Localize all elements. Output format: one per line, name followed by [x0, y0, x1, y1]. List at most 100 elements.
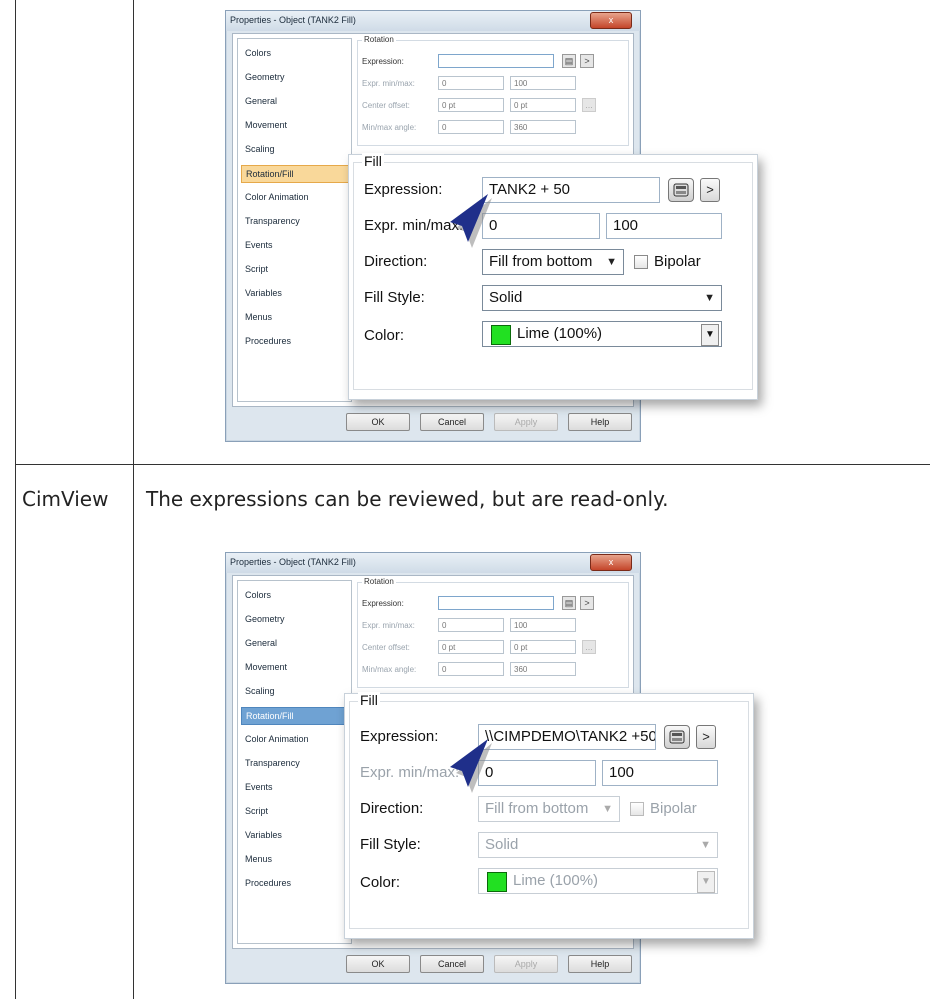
nav-item-menus[interactable]: Menus [241, 309, 349, 325]
chevron-down-icon: ▼ [602, 803, 613, 815]
ok-button[interactable]: OK [346, 955, 410, 973]
chevron-down-icon: ▼ [704, 292, 715, 304]
fill-legend: Fill [358, 692, 380, 708]
nav-item-transparency[interactable]: Transparency [241, 213, 349, 229]
fill-max-input[interactable]: 100 [606, 213, 722, 239]
expression-editor-icon[interactable] [668, 178, 694, 202]
nav-item-colors[interactable]: Colors [241, 587, 349, 603]
nav-item-scaling[interactable]: Scaling [241, 141, 349, 157]
next-button[interactable]: > [696, 725, 716, 749]
center-ellipsis-button[interactable]: ... [582, 640, 596, 654]
rotation-next-button[interactable]: > [580, 54, 594, 68]
rotation-legend: Rotation [362, 577, 396, 586]
fill-expression-input[interactable]: \\CIMPDEMO\TANK2 +50 [478, 724, 656, 750]
center-x-input[interactable]: 0 pt [438, 98, 504, 112]
nav-item-geometry[interactable]: Geometry [241, 611, 349, 627]
close-button[interactable]: x [590, 554, 632, 571]
rotation-max-input[interactable]: 100 [510, 618, 576, 632]
apply-button[interactable]: Apply [494, 413, 558, 431]
fill-legend: Fill [362, 153, 384, 169]
nav-item-color-animation[interactable]: Color Animation [241, 189, 349, 205]
fill-min-input[interactable]: 0 [482, 213, 600, 239]
nav-item-events[interactable]: Events [241, 237, 349, 253]
angle-min-input[interactable]: 0 [438, 120, 504, 134]
nav-item-general[interactable]: General [241, 635, 349, 651]
expression-editor-icon[interactable] [664, 725, 690, 749]
color-value: Lime (100%) [513, 872, 599, 889]
nav-item-transparency[interactable]: Transparency [241, 755, 349, 771]
rotation-expression-input[interactable] [438, 596, 554, 610]
rotation-expression-input[interactable] [438, 54, 554, 68]
fill-panel-zoom-top: Fill Expression: TANK2 + 50 > Expr. min/… [348, 153, 758, 400]
angle-label: Min/max angle: [362, 665, 417, 674]
cancel-button[interactable]: Cancel [420, 413, 484, 431]
center-ellipsis-button[interactable]: ... [582, 98, 596, 112]
dialog-titlebar: Properties - Object (TANK2 Fill) x [226, 11, 640, 31]
color-dropdown[interactable]: Lime (100%) ▼ [478, 868, 718, 894]
bipolar-label: Bipolar [654, 253, 701, 270]
rotation-group: Rotation Expression: ▤ > Expr. min/max: … [357, 577, 629, 688]
color-label: Color: [360, 874, 401, 891]
angle-min-input[interactable]: 0 [438, 662, 504, 676]
fill-expression-label: Expression: [360, 728, 439, 745]
angle-max-input[interactable]: 360 [510, 120, 576, 134]
rotation-expression-label: Expression: [362, 599, 404, 608]
nav-item-rotation-fill[interactable]: Rotation/Fill [241, 165, 351, 183]
fill-expression-input[interactable]: TANK2 + 50 [482, 177, 660, 203]
rotation-max-input[interactable]: 100 [510, 76, 576, 90]
property-nav-list: Colors Geometry General Movement Scaling… [237, 38, 352, 402]
center-y-input[interactable]: 0 pt [510, 98, 576, 112]
fill-max-input[interactable]: 100 [602, 760, 718, 786]
direction-value: Fill from bottom [485, 800, 589, 817]
rotation-next-button[interactable]: > [580, 596, 594, 610]
expression-editor-icon[interactable]: ▤ [562, 54, 576, 68]
fill-group: Fill Expression: \\CIMPDEMO\TANK2 +50 > … [349, 692, 749, 929]
next-button[interactable]: > [700, 178, 720, 202]
nav-item-script[interactable]: Script [241, 803, 349, 819]
fill-style-dropdown[interactable]: Solid ▼ [478, 832, 718, 858]
nav-item-procedures[interactable]: Procedures [241, 333, 349, 349]
nav-item-movement[interactable]: Movement [241, 659, 349, 675]
table-row-divider [15, 464, 930, 465]
nav-item-events[interactable]: Events [241, 779, 349, 795]
expression-editor-icon[interactable]: ▤ [562, 596, 576, 610]
direction-label: Direction: [360, 800, 424, 817]
ok-button[interactable]: OK [346, 413, 410, 431]
table-column-divider [133, 0, 134, 999]
color-dropdown[interactable]: Lime (100%) ▼ [482, 321, 722, 347]
fill-style-dropdown[interactable]: Solid ▼ [482, 285, 722, 311]
rotation-minmax-label: Expr. min/max: [362, 79, 415, 88]
nav-item-color-animation[interactable]: Color Animation [241, 731, 349, 747]
help-button[interactable]: Help [568, 955, 632, 973]
direction-dropdown[interactable]: Fill from bottom ▼ [478, 796, 620, 822]
nav-item-variables[interactable]: Variables [241, 827, 349, 843]
nav-item-general[interactable]: General [241, 93, 349, 109]
center-y-input[interactable]: 0 pt [510, 640, 576, 654]
bipolar-checkbox[interactable] [630, 802, 644, 816]
rotation-expression-label: Expression: [362, 57, 404, 66]
rotation-min-input[interactable]: 0 [438, 76, 504, 90]
bipolar-checkbox[interactable] [634, 255, 648, 269]
rotation-min-input[interactable]: 0 [438, 618, 504, 632]
nav-item-movement[interactable]: Movement [241, 117, 349, 133]
fill-expression-label: Expression: [364, 181, 443, 198]
center-offset-label: Center offset: [362, 101, 410, 110]
angle-label: Min/max angle: [362, 123, 417, 132]
apply-button[interactable]: Apply [494, 955, 558, 973]
angle-max-input[interactable]: 360 [510, 662, 576, 676]
direction-dropdown[interactable]: Fill from bottom ▼ [482, 249, 624, 275]
nav-item-script[interactable]: Script [241, 261, 349, 277]
nav-item-colors[interactable]: Colors [241, 45, 349, 61]
cancel-button[interactable]: Cancel [420, 955, 484, 973]
nav-item-geometry[interactable]: Geometry [241, 69, 349, 85]
nav-item-rotation-fill[interactable]: Rotation/Fill [241, 707, 351, 725]
nav-item-procedures[interactable]: Procedures [241, 875, 349, 891]
chevron-down-icon: ▼ [606, 256, 617, 268]
nav-item-variables[interactable]: Variables [241, 285, 349, 301]
center-x-input[interactable]: 0 pt [438, 640, 504, 654]
close-button[interactable]: x [590, 12, 632, 29]
fill-style-label: Fill Style: [360, 836, 421, 853]
nav-item-scaling[interactable]: Scaling [241, 683, 349, 699]
nav-item-menus[interactable]: Menus [241, 851, 349, 867]
help-button[interactable]: Help [568, 413, 632, 431]
